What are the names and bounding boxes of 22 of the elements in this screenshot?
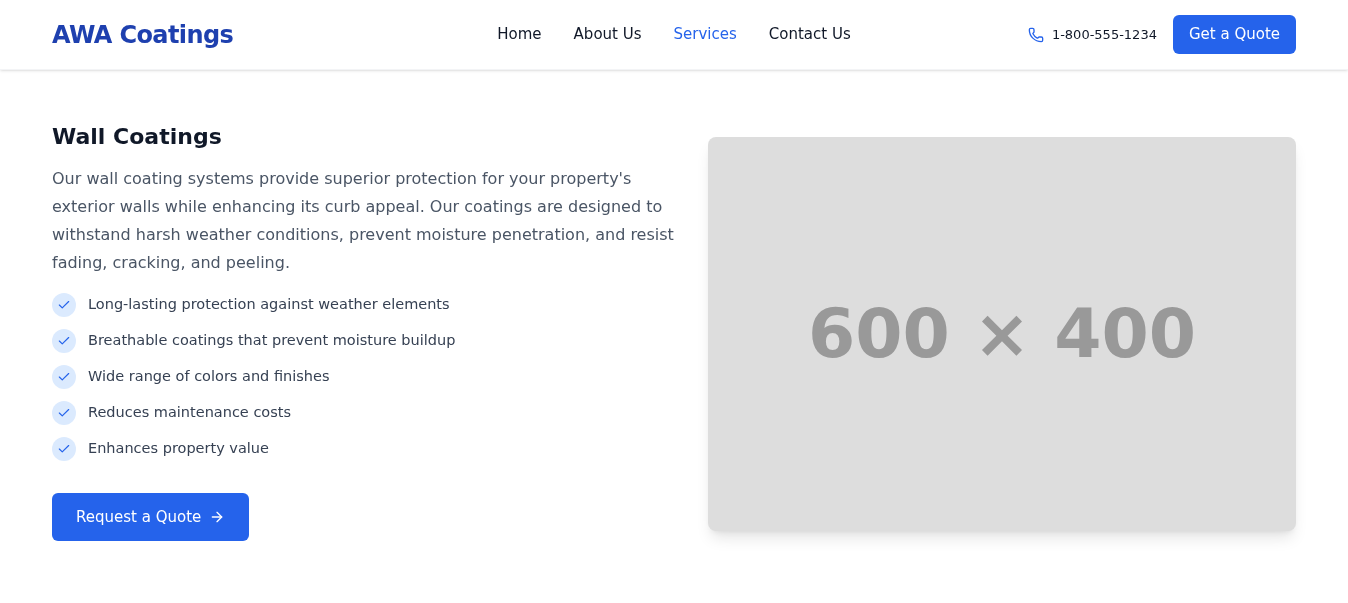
- check-icon: [52, 293, 76, 317]
- check-icon: [52, 437, 76, 461]
- feature-text: Breathable coatings that prevent moisture buildup: [88, 331, 456, 351]
- site-logo[interactable]: AWA Coatings: [52, 16, 352, 53]
- section-description: Our wall coating systems provide superior protection for your property's exterior walls while enhancing its curb appeal. Our coatings are designed to withstand harsh weather conditions, prevent moisture penetration, and resist fading, cracking, and peeling.: [52, 168, 675, 274]
- placeholder-text: 600 × 400: [807, 293, 1197, 375]
- nav-link[interactable]: About Us: [573, 23, 642, 46]
- phone-icon: [1027, 26, 1044, 43]
- feature-text: Enhances property value: [88, 439, 269, 459]
- nav-link[interactable]: Home: [497, 23, 542, 46]
- request-quote-button[interactable]: Request a Quote: [52, 493, 250, 541]
- phone-number: 1-800-555-1234: [1051, 25, 1157, 44]
- feature-text: Reduces maintenance costs: [88, 403, 292, 423]
- quote-button[interactable]: Get a Quote: [1172, 15, 1296, 54]
- section-title: Wall Coatings: [52, 123, 223, 151]
- feature-text: Wide range of colors and finishes: [88, 367, 330, 387]
- check-icon: [52, 329, 76, 353]
- nav-link[interactable]: Services: [673, 23, 737, 46]
- check-icon: [52, 401, 76, 425]
- feature-text: Long-lasting protection against weather elements: [88, 295, 450, 315]
- nav-link[interactable]: Contact Us: [768, 23, 851, 46]
- check-icon: [52, 365, 76, 389]
